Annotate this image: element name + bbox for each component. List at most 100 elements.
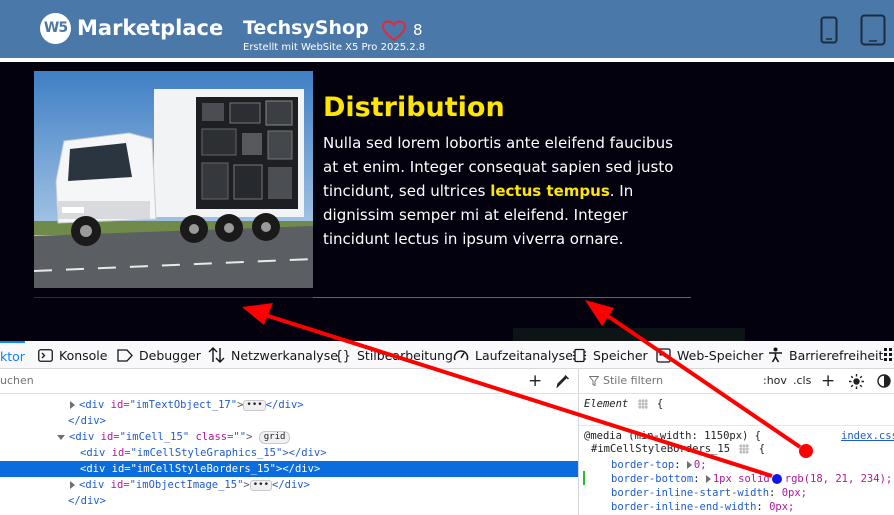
rule-selector[interactable]: #imCellStyleBorders_15 { bbox=[591, 442, 765, 456]
expand-arrow-icon[interactable] bbox=[705, 475, 711, 483]
prop-color-value: rgb(18, 21, 234); bbox=[784, 473, 893, 485]
tree-row-style-graphics[interactable]: <div id="imCellStyleGraphics_15"></div> bbox=[0, 445, 578, 461]
classes-button[interactable]: .cls bbox=[793, 374, 811, 387]
add-node-button[interactable]: + bbox=[528, 371, 542, 391]
rules-toolbar: Stile filtern :hov .cls + bbox=[579, 369, 894, 394]
devtools-tab-bar: ktor Konsole Debugger Netzwerkanalyse {}… bbox=[0, 341, 894, 369]
site-title[interactable]: TechsyShop bbox=[243, 17, 369, 39]
tree-row-object-image[interactable]: <div id="imObjectImage_15"> ••• </div> bbox=[0, 477, 578, 493]
inspector-search-input[interactable]: uchen bbox=[0, 374, 34, 387]
element-label: Element bbox=[584, 398, 629, 410]
dark-mode-icon[interactable] bbox=[877, 374, 891, 388]
expand-arrow-icon[interactable] bbox=[686, 461, 692, 469]
attr-value: "imObjectImage_15" bbox=[129, 479, 244, 491]
brand-logo[interactable]: W5 bbox=[40, 13, 71, 44]
tab-storage-label: Web-Speicher bbox=[677, 347, 764, 363]
eyedropper-icon[interactable] bbox=[556, 374, 570, 388]
stylesheet-link[interactable]: index.css bbox=[841, 430, 894, 442]
hover-states-button[interactable]: :hov bbox=[763, 374, 787, 387]
expand-arrow-icon[interactable] bbox=[70, 481, 75, 489]
tab-console[interactable]: Konsole bbox=[38, 341, 107, 369]
decl-border-top[interactable]: border-top: 0; bbox=[611, 458, 707, 472]
tag-close: </div> bbox=[272, 479, 310, 491]
tag-open: <div bbox=[79, 399, 105, 411]
truck-image bbox=[34, 71, 313, 288]
tree-row-style-borders-selected[interactable]: <div id="imCellStyleBorders_15"></div> bbox=[0, 461, 578, 477]
tree-row-text-object[interactable]: <div id="imTextObject_17"> ••• </div> bbox=[0, 397, 578, 413]
rule-separator bbox=[579, 425, 894, 426]
markup-tree: <div id="imTextObject_17"> ••• </div> </di… bbox=[0, 395, 578, 515]
tab-debugger-label: Debugger bbox=[139, 347, 201, 363]
rules-filter-input[interactable]: Stile filtern bbox=[603, 374, 663, 387]
tab-performance[interactable]: Laufzeitanalyse bbox=[453, 341, 573, 369]
phone-icon[interactable] bbox=[820, 16, 838, 44]
tab-debugger[interactable]: Debugger bbox=[117, 341, 201, 369]
tab-performance-label: Laufzeitanalyse bbox=[475, 347, 573, 363]
tag-close: ></div> bbox=[276, 463, 321, 475]
collapsed-content-badge[interactable]: ••• bbox=[243, 399, 266, 411]
element-brace: { bbox=[656, 398, 664, 410]
tab-style-editor-label: Stilbearbeitung bbox=[357, 347, 453, 363]
tab-network[interactable]: Netzwerkanalyse bbox=[208, 341, 338, 369]
attr-value: "imCellStyleBorders_15" bbox=[130, 463, 277, 475]
add-rule-button[interactable]: + bbox=[821, 371, 835, 391]
tag-open: <div bbox=[79, 479, 105, 491]
grid-icon[interactable] bbox=[637, 399, 648, 409]
color-swatch[interactable] bbox=[771, 474, 782, 484]
collapse-arrow-icon[interactable] bbox=[57, 434, 65, 440]
decl-border-bottom[interactable]: border-bottom: 1px solid rgb(18, 21, 234)… bbox=[611, 472, 892, 486]
tag-close: </div> bbox=[265, 399, 304, 411]
console-icon bbox=[38, 348, 53, 362]
more-tools-icon[interactable] bbox=[884, 348, 894, 362]
attr-name: id bbox=[110, 479, 124, 491]
tree-row-close[interactable]: </div> bbox=[0, 413, 578, 429]
heart-icon[interactable] bbox=[382, 20, 406, 42]
tab-accessibility[interactable]: Barrierefreiheit bbox=[768, 341, 883, 369]
tree-row-close[interactable]: </div> bbox=[0, 493, 578, 509]
tab-inspector[interactable]: ktor bbox=[0, 341, 25, 369]
attr-value: "imCellStyleGraphics_15" bbox=[130, 447, 283, 459]
memory-icon bbox=[573, 348, 586, 362]
collapsed-content-badge[interactable]: ••• bbox=[249, 479, 272, 491]
style-editor-icon: {} bbox=[335, 349, 351, 363]
svg-text:{}: {} bbox=[335, 349, 351, 363]
attr-name: id bbox=[110, 399, 124, 411]
decl-border-inline-end-width[interactable]: border-inline-end-width: 0px; bbox=[611, 500, 794, 514]
section-heading: Distribution bbox=[323, 92, 505, 123]
tab-console-label: Konsole bbox=[59, 347, 108, 363]
tab-accessibility-label: Barrierefreiheit bbox=[789, 347, 884, 363]
rules-panel: Element { @media (min-width: 1150px) { i… bbox=[579, 395, 894, 515]
light-mode-icon[interactable] bbox=[849, 374, 864, 389]
tag-close: </div> bbox=[68, 495, 106, 507]
filter-icon bbox=[589, 376, 599, 386]
selector-brace: { bbox=[758, 443, 766, 455]
decl-border-inline-start-width[interactable]: border-inline-start-width: 0px; bbox=[611, 486, 807, 500]
tab-memory[interactable]: Speicher bbox=[572, 341, 648, 369]
accessibility-icon bbox=[769, 347, 782, 363]
performance-icon bbox=[453, 349, 469, 360]
prop-name: border-inline-start-width bbox=[611, 487, 770, 499]
element-rule[interactable]: Element { bbox=[584, 397, 663, 411]
prop-name: border-inline-end-width bbox=[611, 501, 757, 513]
tab-inspector-label: ktor bbox=[0, 348, 25, 364]
tab-network-label: Netzwerkanalyse bbox=[231, 347, 338, 363]
attr-name: id bbox=[100, 431, 114, 443]
site-subtitle: Erstellt mit WebSite X5 Pro 2025.2.8 bbox=[243, 42, 426, 53]
tab-storage[interactable]: Web-Speicher bbox=[656, 341, 763, 369]
truck-illustration bbox=[34, 71, 313, 288]
prop-value: 1px solid bbox=[712, 473, 770, 485]
prop-value: 0px; bbox=[781, 487, 807, 499]
attr-name: id bbox=[111, 447, 125, 459]
tablet-icon[interactable] bbox=[860, 14, 886, 46]
cell-border-red bbox=[313, 297, 691, 298]
tree-row-cell[interactable]: <div id="imCell_15" class=""> grid bbox=[0, 429, 578, 445]
site-header: W5 Marketplace TechsyShop Erstellt mit W… bbox=[0, 0, 894, 58]
grid-icon[interactable] bbox=[739, 444, 750, 454]
grid-badge[interactable]: grid bbox=[258, 430, 291, 444]
cell-border-blue bbox=[34, 297, 313, 298]
expand-arrow-icon[interactable] bbox=[70, 401, 75, 409]
paragraph-highlight: lectus tempus bbox=[490, 182, 610, 200]
tab-memory-label: Speicher bbox=[593, 347, 648, 363]
tab-style-editor[interactable]: {} Stilbearbeitung bbox=[335, 341, 453, 369]
brand-name[interactable]: Marketplace bbox=[77, 16, 223, 40]
